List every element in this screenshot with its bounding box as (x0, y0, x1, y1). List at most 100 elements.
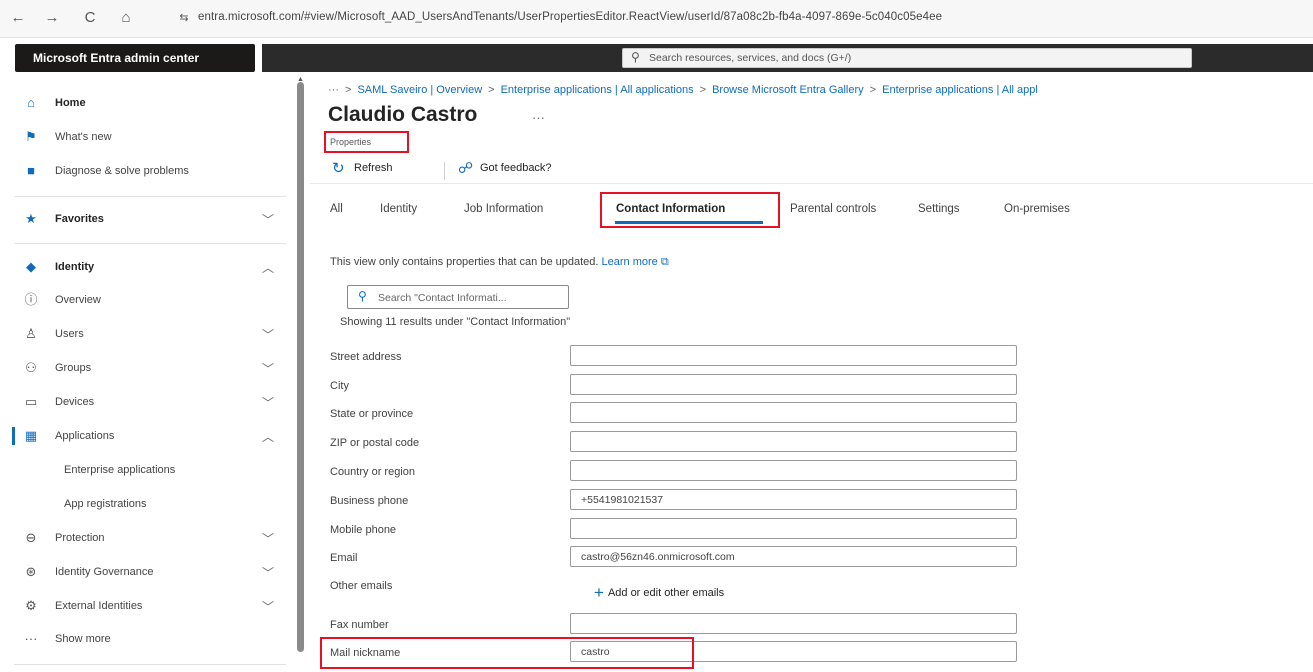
sidebar-item-external-identities[interactable]: ⚙ External Identities ﹀ (0, 591, 290, 621)
home-icon[interactable]: ⌂ (116, 8, 136, 28)
reload-icon[interactable]: C (80, 8, 100, 28)
chevron-down-icon: ﹀ (262, 600, 275, 614)
field-label: ZIP or postal code (330, 437, 420, 449)
learn-more-link[interactable]: Learn more (602, 256, 658, 268)
identity-diamond-icon: ◆ (26, 259, 36, 274)
breadcrumb-item[interactable]: Enterprise applications | All applicatio… (501, 84, 694, 96)
sidebar-item-app-registrations[interactable]: App registrations (0, 489, 290, 519)
sidebar-item-label: Identity (55, 261, 95, 273)
external-link-icon[interactable]: ⧉ (661, 256, 669, 268)
refresh-button[interactable]: Refresh (354, 162, 393, 174)
sidebar-item-label: Diagnose & solve problems (55, 165, 189, 177)
sidebar-divider (14, 243, 286, 244)
field-city: City (330, 373, 1310, 399)
global-search-input[interactable]: ⚲ Search resources, services, and docs (… (622, 48, 1192, 68)
sidebar-item-protection[interactable]: ⊖ Protection ﹀ (0, 523, 290, 553)
sidebar-item-label: What's new (55, 131, 112, 143)
field-email: Email castro@56zn46.onmicrosoft.com (330, 545, 1310, 571)
sidebar-item-label: Groups (55, 362, 92, 374)
property-search-input[interactable]: ⚲ Search "Contact Informati... (347, 285, 569, 309)
business-phone-input[interactable]: +5541981021537 (570, 489, 1017, 510)
state-input[interactable] (570, 402, 1017, 423)
sidebar-item-label: Devices (55, 396, 95, 408)
breadcrumb-item[interactable]: Enterprise applications | All appl (882, 84, 1038, 96)
tab-contact-information[interactable]: Contact Information (616, 203, 725, 215)
city-input[interactable] (570, 374, 1017, 395)
toolbox-icon: ■ (27, 163, 35, 178)
country-input[interactable] (570, 460, 1017, 481)
email-input[interactable]: castro@56zn46.onmicrosoft.com (570, 546, 1017, 567)
breadcrumb-overflow[interactable]: ··· (328, 84, 339, 96)
applications-icon: ▦ (24, 428, 38, 443)
tab-on-premises[interactable]: On-premises (1004, 203, 1070, 215)
tab-settings[interactable]: Settings (918, 203, 960, 215)
zip-input[interactable] (570, 431, 1017, 452)
page-subtitle-highlight: Properties (324, 131, 409, 153)
home-icon: ⌂ (27, 95, 35, 110)
sidebar-item-identity-governance[interactable]: ⊛ Identity Governance ﹀ (0, 557, 290, 587)
field-other-emails: Other emails + Add or edit other emails (330, 573, 1310, 613)
sidebar-item-devices[interactable]: ▭ Devices ﹀ (0, 387, 290, 417)
tab-identity[interactable]: Identity (380, 203, 417, 215)
sidebar-scrollbar[interactable] (297, 82, 304, 652)
sidebar-item-label: External Identities (55, 600, 143, 612)
sidebar-item-enterprise-applications[interactable]: Enterprise applications (0, 455, 290, 485)
sidebar-divider (14, 196, 286, 197)
info-message: This view only contains properties that … (330, 256, 669, 269)
sidebar-item-label: Favorites (55, 213, 104, 225)
site-settings-icon[interactable]: ⇆ (176, 10, 192, 26)
brand-title[interactable]: Microsoft Entra admin center (33, 51, 199, 65)
sidebar-item-diagnose[interactable]: ■ Diagnose & solve problems (0, 156, 290, 186)
street-address-input[interactable] (570, 345, 1017, 366)
sidebar-item-label: Identity Governance (55, 566, 154, 578)
sidebar-item-overview[interactable]: ⓘ Overview (0, 285, 290, 315)
page-subtitle: Properties (330, 137, 372, 147)
sidebar-item-show-more[interactable]: ··· Show more (0, 624, 290, 654)
sidebar-item-groups[interactable]: ⚇ Groups ﹀ (0, 353, 290, 383)
breadcrumb-item[interactable]: SAML Saveiro | Overview (357, 84, 482, 96)
chevron-down-icon: ﹀ (262, 396, 275, 410)
sidebar-item-label: Home (55, 97, 86, 109)
sidebar-item-identity[interactable]: ◆ Identity ︿ (0, 252, 290, 282)
more-options-button[interactable]: ··· (532, 110, 545, 125)
tab-job-information[interactable]: Job Information (464, 203, 543, 215)
field-value: +5541981021537 (581, 494, 664, 506)
field-fax: Fax number (330, 612, 1310, 638)
field-label: Business phone (330, 495, 409, 507)
feedback-button[interactable]: Got feedback? (480, 162, 552, 174)
add-other-emails-button[interactable]: + Add or edit other emails (594, 583, 724, 603)
command-bar-divider (310, 183, 1313, 184)
fax-input[interactable] (570, 613, 1017, 634)
sidebar-item-home[interactable]: ⌂ Home (0, 88, 290, 118)
tab-parental-controls[interactable]: Parental controls (790, 203, 876, 215)
field-label: Email (330, 552, 358, 564)
search-icon: ⚲ (358, 289, 367, 303)
breadcrumb-item[interactable]: Browse Microsoft Entra Gallery (712, 84, 864, 96)
command-separator (444, 162, 445, 180)
field-label: Country or region (330, 466, 415, 478)
sidebar-item-label: Protection (55, 532, 105, 544)
sidebar-item-label: Overview (55, 294, 101, 306)
person-icon: ♙ (25, 326, 37, 341)
active-indicator (12, 427, 15, 445)
field-label: Fax number (330, 619, 389, 631)
sidebar-item-users[interactable]: ♙ Users ﹀ (0, 319, 290, 349)
back-icon[interactable]: ← (8, 8, 28, 28)
sidebar-item-favorites[interactable]: ★ Favorites ﹀ (0, 204, 290, 234)
forward-icon[interactable]: → (42, 8, 62, 28)
active-tab-underline (615, 221, 763, 224)
mobile-phone-input[interactable] (570, 518, 1017, 539)
field-mobile-phone: Mobile phone (330, 517, 1310, 543)
sidebar-item-applications[interactable]: ▦ Applications ︿ (0, 421, 290, 451)
brand-bar[interactable]: Microsoft Entra admin center (15, 44, 255, 72)
tab-all[interactable]: All (330, 203, 343, 215)
breadcrumb: ··· > SAML Saveiro | Overview > Enterprise a… (328, 84, 1038, 96)
chevron-up-icon: ︿ (262, 261, 275, 275)
field-value: castro@56zn46.onmicrosoft.com (581, 551, 735, 563)
sidebar-item-whats-new[interactable]: ⚑ What's new (0, 122, 290, 152)
address-bar[interactable]: entra.microsoft.com/#view/Microsoft_AAD_… (198, 11, 942, 23)
browser-toolbar: ← → C ⌂ ⇆ entra.microsoft.com/#view/Micr… (0, 0, 1313, 38)
info-icon: ⓘ (24, 292, 38, 307)
feedback-icon: ☍ (458, 160, 474, 177)
chevron-up-icon: ︿ (262, 430, 275, 444)
